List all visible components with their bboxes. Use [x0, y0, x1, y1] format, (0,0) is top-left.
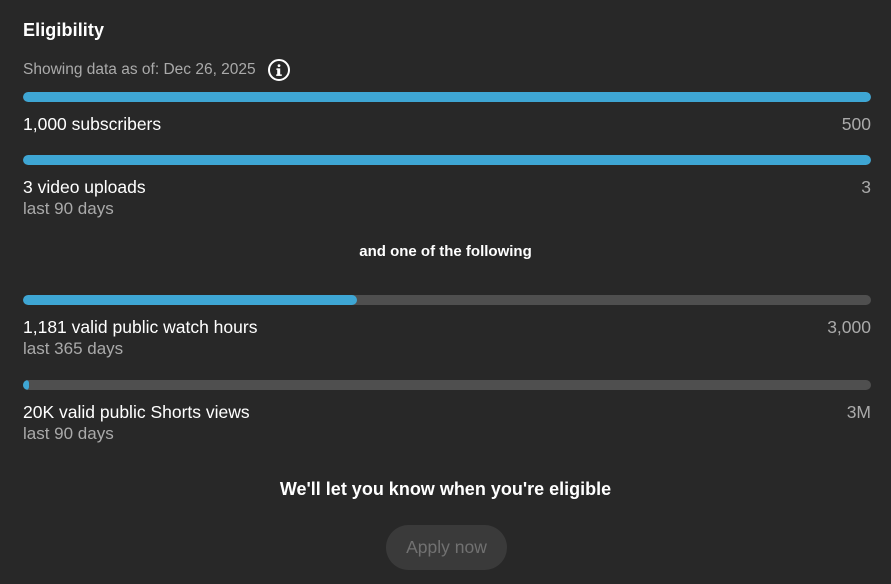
- info-icon[interactable]: [267, 58, 291, 82]
- requirement-period: last 90 days: [23, 199, 114, 218]
- progress-bar-fill: [23, 295, 357, 305]
- data-as-of: Showing data as of: Dec 26, 2025: [23, 58, 291, 82]
- data-as-of-text: Showing data as of: Dec 26, 2025: [23, 61, 256, 78]
- requirement-label: 20K valid public Shorts views: [23, 402, 250, 422]
- progress-bar-fill: [23, 155, 871, 165]
- progress-bar: [23, 380, 871, 390]
- requirement-label: 1,181 valid public watch hours: [23, 317, 258, 337]
- alternatives-divider: and one of the following: [359, 243, 532, 260]
- requirement-watch-hours: 1,181 valid public watch hours 3,000 las…: [23, 295, 871, 360]
- eligibility-panel: Eligibility Showing data as of: Dec 26, …: [0, 0, 891, 584]
- requirement-period: last 365 days: [23, 339, 124, 358]
- progress-bar: [23, 92, 871, 102]
- requirement-target: 500: [841, 114, 871, 134]
- requirement-shorts-views: 20K valid public Shorts views 3M last 90…: [23, 380, 871, 445]
- requirement-period: last 90 days: [23, 424, 114, 443]
- progress-bar-fill: [23, 380, 29, 390]
- progress-bar: [23, 295, 871, 305]
- requirement-label: 1,000 subscribers: [23, 114, 162, 134]
- progress-bar-fill: [23, 92, 871, 102]
- requirement-target: 3: [861, 177, 871, 197]
- apply-now-button[interactable]: Apply now: [386, 525, 507, 570]
- panel-title: Eligibility: [23, 20, 105, 40]
- requirement-subscribers: 1,000 subscribers 500: [23, 92, 871, 135]
- requirement-target: 3M: [846, 402, 871, 422]
- requirement-video-uploads: 3 video uploads 3 last 90 days: [23, 155, 871, 220]
- requirement-target: 3,000: [827, 317, 871, 337]
- progress-bar: [23, 155, 871, 165]
- requirement-label: 3 video uploads: [23, 177, 146, 197]
- eligibility-notice: We'll let you know when you're eligible: [279, 479, 612, 499]
